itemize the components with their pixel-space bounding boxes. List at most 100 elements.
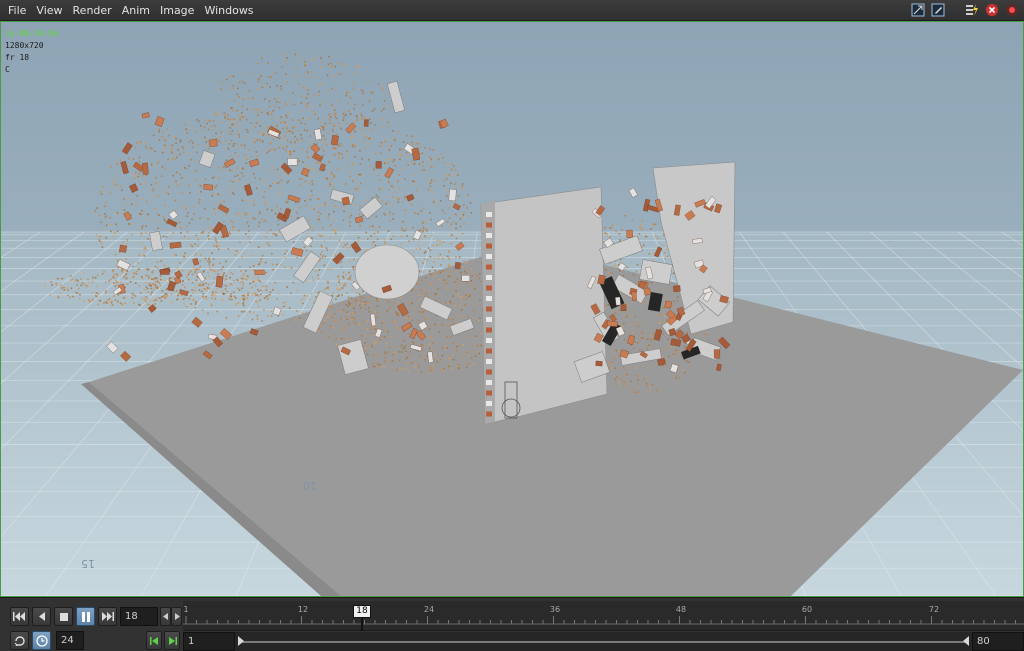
hud-resolution: 1280x720 — [5, 41, 44, 50]
loop-button[interactable] — [10, 631, 29, 650]
dust-particle — [431, 234, 433, 237]
dust-particle — [634, 341, 636, 343]
dust-particle — [446, 255, 449, 258]
jump-end-button[interactable] — [98, 607, 117, 626]
dust-particle — [188, 184, 190, 186]
dust-particle — [183, 151, 185, 154]
dust-particle — [439, 358, 442, 361]
dust-particle — [98, 299, 101, 302]
dust-particle — [675, 377, 677, 379]
jump-start-button[interactable] — [10, 607, 29, 626]
dust-particle — [179, 173, 182, 176]
dust-particle — [285, 131, 288, 133]
range-start-field[interactable]: 1 — [183, 632, 235, 651]
frame-range-bar[interactable]: 1 80 — [183, 632, 1024, 651]
dust-particle — [232, 87, 234, 89]
dust-particle — [269, 184, 271, 187]
range-start-handle[interactable] — [238, 636, 244, 646]
fit-view-icon[interactable] — [910, 2, 926, 18]
dust-particle — [225, 317, 228, 319]
dust-particle — [392, 213, 394, 215]
dust-particle — [244, 212, 246, 215]
dust-particle — [343, 116, 345, 119]
timeline-cursor-label[interactable]: 18 — [353, 605, 371, 618]
range-track[interactable] — [238, 641, 969, 643]
dust-particle — [149, 282, 151, 285]
dust-particle — [434, 323, 437, 326]
fps-field[interactable]: 24 — [56, 631, 84, 650]
dust-particle — [394, 311, 397, 313]
dust-particle — [185, 205, 188, 208]
dust-particle — [356, 72, 358, 74]
dust-particle — [129, 165, 132, 168]
step-forward-button[interactable] — [171, 607, 182, 626]
dust-particle — [335, 298, 337, 300]
pause-button[interactable] — [76, 607, 95, 626]
record-icon[interactable] — [1004, 2, 1020, 18]
stop-button[interactable] — [54, 607, 73, 626]
dust-particle — [290, 141, 292, 144]
dust-particle — [100, 193, 103, 195]
dust-particle — [198, 268, 200, 270]
brick — [119, 244, 128, 253]
dust-particle — [156, 212, 159, 215]
dust-particle — [337, 276, 340, 279]
dust-particle — [156, 280, 159, 283]
menu-image[interactable]: Image — [155, 0, 199, 21]
dust-particle — [331, 147, 334, 150]
dust-particle — [663, 316, 666, 318]
range-end-field[interactable]: 80 — [972, 632, 1024, 651]
play-reverse-button[interactable] — [32, 607, 51, 626]
dust-particle — [126, 270, 129, 273]
timeline-ruler[interactable]: 1 12 24 36 48 60 72 18 — [183, 601, 1024, 631]
dust-particle — [222, 200, 224, 203]
range-end-handle[interactable] — [963, 636, 969, 646]
dust-particle — [325, 247, 328, 249]
menu-render[interactable]: Render — [68, 0, 117, 21]
dust-particle — [420, 371, 423, 373]
dust-particle — [307, 93, 309, 95]
close-icon[interactable] — [984, 2, 1000, 18]
dust-particle — [100, 190, 102, 193]
set-start-button[interactable] — [146, 631, 162, 650]
scene-viewport[interactable]: 10 15 ip-08:34:56 1280x720 fr 18 C — [0, 21, 1024, 597]
edit-view-icon[interactable] — [930, 2, 946, 18]
dust-particle — [358, 323, 361, 325]
dust-particle — [686, 332, 689, 334]
dust-particle — [262, 285, 264, 288]
dust-particle — [388, 181, 390, 184]
dust-particle — [267, 62, 269, 64]
set-end-button[interactable] — [164, 631, 180, 650]
dust-particle — [637, 342, 639, 344]
dust-particle — [252, 276, 255, 279]
dust-particle — [178, 200, 181, 202]
dust-particle — [179, 262, 181, 264]
menu-windows[interactable]: Windows — [199, 0, 258, 21]
dust-particle — [622, 325, 625, 327]
dust-particle — [356, 143, 358, 146]
current-frame-field[interactable]: 18 — [120, 607, 158, 626]
dust-particle — [334, 147, 337, 150]
dust-particle — [465, 272, 468, 275]
lightning-icon[interactable] — [964, 2, 980, 18]
dust-particle — [223, 169, 225, 171]
realtime-clock-button[interactable] — [32, 631, 51, 650]
dust-particle — [650, 282, 653, 284]
menu-anim[interactable]: Anim — [117, 0, 155, 21]
dust-particle — [324, 138, 327, 141]
dust-particle — [327, 313, 329, 315]
dust-particle — [445, 177, 448, 180]
dust-particle — [468, 335, 470, 337]
menu-file[interactable]: File — [0, 0, 31, 21]
dust-particle — [446, 189, 448, 191]
dust-particle — [245, 136, 247, 138]
timeline-cursor[interactable] — [361, 618, 363, 631]
dust-particle — [339, 142, 342, 145]
dust-particle — [370, 91, 372, 93]
dust-particle — [122, 241, 124, 244]
dust-particle — [259, 125, 261, 127]
menu-view[interactable]: View — [31, 0, 67, 21]
dust-particle — [335, 338, 337, 340]
dust-particle — [109, 191, 112, 193]
step-back-button[interactable] — [160, 607, 171, 626]
